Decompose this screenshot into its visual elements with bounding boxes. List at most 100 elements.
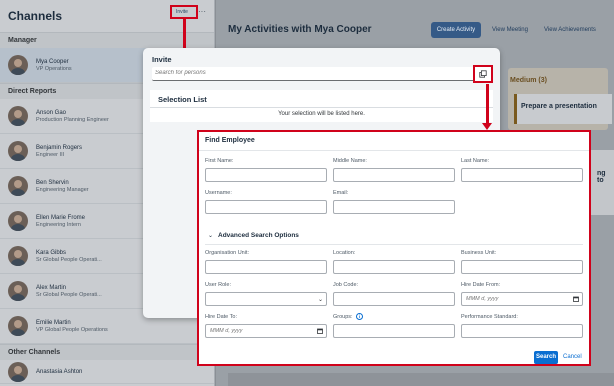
annotation-arrow-2 — [486, 84, 489, 124]
divider — [150, 107, 493, 108]
more-icon[interactable]: ··· — [198, 7, 206, 16]
hire-date-to-input[interactable] — [206, 325, 326, 337]
user-role-select[interactable]: ⌄ — [205, 292, 327, 306]
middle-name-input[interactable] — [334, 169, 454, 181]
value-help-button[interactable] — [473, 65, 493, 83]
business-unit-field[interactable] — [461, 260, 583, 274]
last-name-field[interactable] — [461, 168, 583, 182]
manager-section-label: Manager — [0, 32, 214, 48]
person-name: Emilie Martin — [36, 319, 71, 326]
avatar — [8, 141, 28, 161]
person-role: Engineering Intern — [36, 221, 81, 228]
calendar-icon[interactable] — [317, 328, 323, 334]
username-input[interactable] — [206, 201, 326, 213]
user-role-label: User Role: — [205, 282, 231, 288]
middle-name-field[interactable] — [333, 168, 455, 182]
search-button[interactable]: Search — [534, 351, 558, 364]
performance-standard-field[interactable] — [461, 324, 583, 338]
person-search-input[interactable] — [152, 67, 472, 79]
hire-date-to-label: Hire Date To: — [205, 314, 237, 320]
groups-label: Groups: — [333, 314, 353, 320]
person-name: Ben Shervin — [36, 179, 69, 186]
performance-standard-label: Performance Standard: — [461, 314, 518, 320]
person-search-field[interactable] — [152, 67, 493, 81]
list-item[interactable]: Anastasia Ashton — [0, 360, 214, 384]
avatar — [8, 211, 28, 231]
invite-highlight-box — [170, 5, 198, 19]
person-name: Anson Gao — [36, 109, 67, 116]
location-field[interactable] — [333, 260, 455, 274]
business-unit-label: Business Unit: — [461, 250, 497, 256]
first-name-field[interactable] — [205, 168, 327, 182]
arrow-head-icon — [482, 123, 492, 130]
first-name-input[interactable] — [206, 169, 326, 181]
avatar — [8, 106, 28, 126]
activities-header: My Activities with Mya Cooper Create Act… — [228, 18, 614, 48]
dialog-title: Invite — [152, 55, 172, 64]
person-name: Benjamin Rogers — [36, 144, 83, 151]
hire-date-from-field[interactable] — [461, 292, 583, 306]
avatar — [8, 176, 28, 196]
person-name: Mya Cooper — [36, 58, 69, 65]
activity-card-title: Prepare a presentation — [521, 103, 597, 110]
avatar — [8, 281, 28, 301]
last-name-input[interactable] — [462, 169, 582, 181]
groups-input[interactable] — [334, 325, 454, 337]
groups-field[interactable] — [333, 324, 455, 338]
person-role: Engineering Manager — [36, 186, 89, 193]
performance-standard-input[interactable] — [462, 325, 582, 337]
person-name: Ellen Marie Frome — [36, 214, 86, 221]
job-code-field[interactable] — [333, 292, 455, 306]
person-role: Engineer III — [36, 151, 65, 158]
org-unit-input[interactable] — [206, 261, 326, 273]
selection-empty-text: Your selection will be listed here. — [278, 111, 365, 117]
avatar — [8, 316, 28, 336]
selection-list: Selection List Your selection will be li… — [150, 90, 493, 122]
activity-card-partial-text: ng to — [597, 170, 606, 184]
advanced-search-toggle[interactable]: Advanced Search Options — [218, 232, 299, 239]
person-role: Production Planning Engineer — [36, 116, 109, 123]
chevron-down-icon[interactable]: ⌄ — [208, 232, 213, 239]
avatar — [8, 246, 28, 266]
person-role: Sr Global People Operati... — [36, 256, 102, 263]
avatar — [8, 55, 28, 75]
hire-date-from-label: Hire Date From: — [461, 282, 501, 288]
page-title: My Activities with Mya Cooper — [228, 24, 372, 35]
chevron-down-icon: ⌄ — [317, 297, 323, 303]
last-name-label: Last Name: — [461, 158, 490, 164]
avatar — [8, 361, 28, 382]
dialog-title: Find Employee — [205, 137, 255, 144]
org-unit-field[interactable] — [205, 260, 327, 274]
cancel-button[interactable]: Cancel — [563, 354, 582, 360]
first-name-label: First Name: — [205, 158, 234, 164]
footer-bar — [228, 373, 614, 386]
create-activity-button[interactable]: Create Activity — [431, 22, 481, 38]
hire-date-from-input[interactable] — [462, 293, 582, 305]
view-meeting-link[interactable]: View Meeting — [492, 27, 528, 33]
person-name: Alex Martin — [36, 284, 67, 291]
divider — [199, 150, 589, 151]
hire-date-to-field[interactable] — [205, 324, 327, 338]
location-input[interactable] — [334, 261, 454, 273]
info-icon[interactable]: i — [356, 313, 363, 320]
view-achievements-link[interactable]: View Achievements — [544, 27, 596, 33]
divider — [205, 244, 583, 245]
email-field[interactable] — [333, 200, 455, 214]
job-code-label: Job Code: — [333, 282, 359, 288]
value-help-icon — [479, 70, 487, 78]
email-input[interactable] — [334, 201, 454, 213]
org-unit-label: Organisation Unit: — [205, 250, 250, 256]
person-role: VP Operations — [36, 65, 72, 72]
find-employee-dialog: Find Employee First Name: Middle Name: L… — [197, 130, 591, 366]
person-name: Anastasia Ashton — [36, 368, 83, 375]
email-label: Email: — [333, 190, 349, 196]
person-name: Kara Gibbs — [36, 249, 67, 256]
calendar-icon[interactable] — [573, 296, 579, 302]
job-code-input[interactable] — [334, 293, 454, 305]
username-field[interactable] — [205, 200, 327, 214]
business-unit-input[interactable] — [462, 261, 582, 273]
channels-title: Channels — [8, 9, 63, 23]
username-label: Username: — [205, 190, 232, 196]
location-label: Location: — [333, 250, 356, 256]
medium-label: Medium (3) — [510, 77, 547, 84]
